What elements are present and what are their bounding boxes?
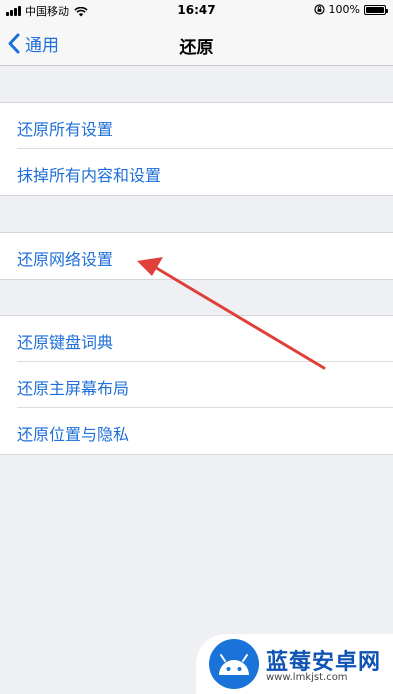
- watermark-url: www.lmkjst.com: [266, 672, 348, 683]
- annotation-arrow: [137, 257, 326, 370]
- android-robot-logo-icon: [209, 639, 259, 689]
- watermark: 蓝莓安卓网 www.lmkjst.com: [196, 634, 393, 694]
